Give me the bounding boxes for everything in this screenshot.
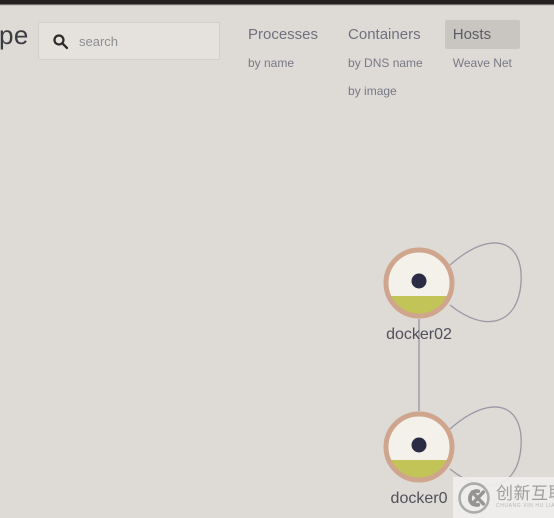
watermark-text: 创新互联 CHUANG XIN HU LIAN	[496, 485, 554, 510]
cx-logo-icon	[458, 481, 490, 514]
node-center-dot-docker01	[411, 437, 427, 453]
edge-self-loop-docker02[interactable]	[449, 242, 522, 323]
weave-scope-app: ope Processes by name Containers by DNS …	[0, 0, 554, 518]
graph-node-docker01[interactable]	[383, 411, 455, 483]
topology-graph-canvas[interactable]	[0, 0, 554, 518]
graph-node-docker02[interactable]	[383, 247, 455, 319]
watermark-pinyin-text: CHUANG XIN HU LIAN	[496, 503, 554, 509]
edge-self-loop-docker01[interactable]	[449, 406, 522, 487]
watermark-cn-text: 创新互联	[496, 484, 554, 504]
watermark: 创新互联 CHUANG XIN HU LIAN	[453, 477, 554, 518]
node-center-dot-docker02	[411, 273, 427, 289]
